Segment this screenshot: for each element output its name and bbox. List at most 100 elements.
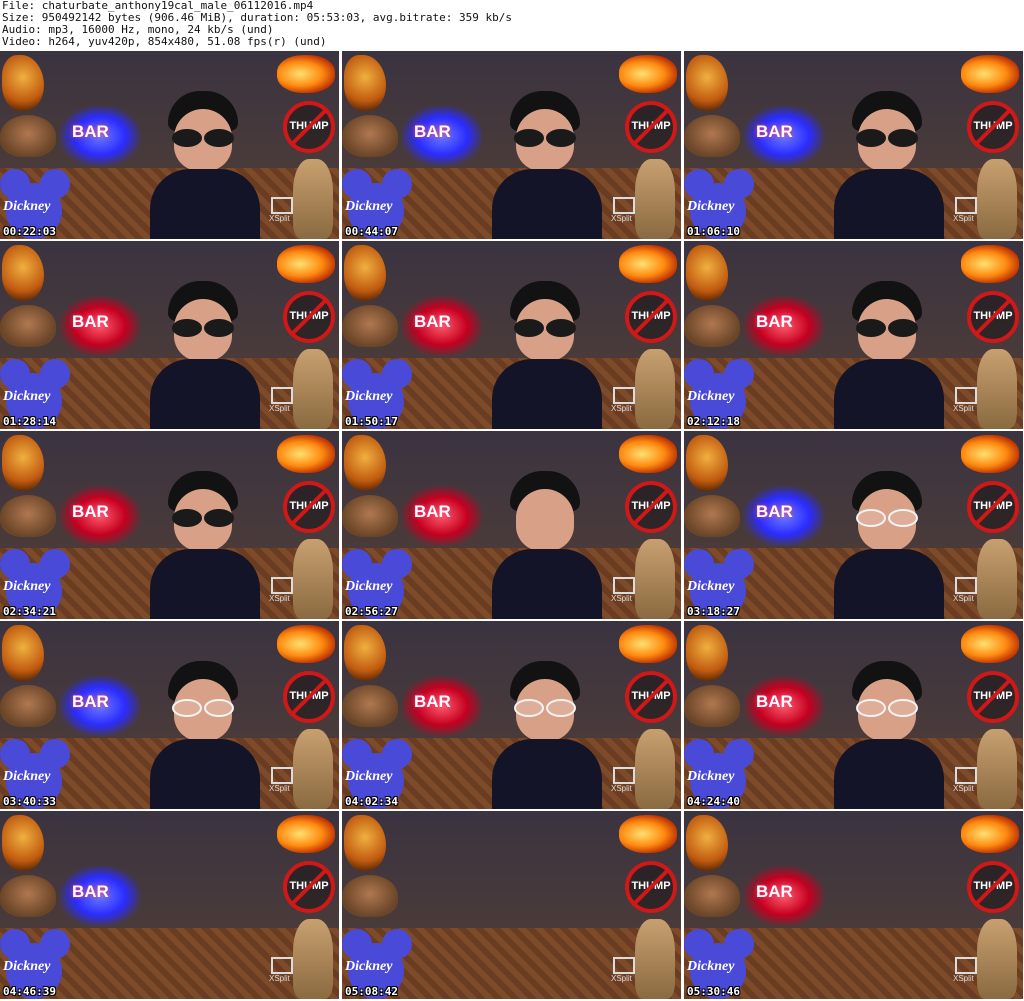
logo-text: Dickney (345, 579, 393, 594)
logo-text: Dickney (687, 389, 735, 404)
video-thumbnail: BAR Dickney THUMP XSplit 02:34:21 (0, 431, 339, 619)
person (834, 471, 944, 619)
xsplit-watermark: XSplit (611, 957, 637, 987)
fire-icon (961, 55, 1019, 93)
capybara-icon (0, 875, 56, 917)
monitor-icon (613, 577, 635, 594)
no-sign-icon: THUMP (625, 671, 677, 723)
neon-bar-sign: BAR (60, 296, 140, 356)
xsplit-label: XSplit (611, 974, 632, 983)
monitor-icon (955, 387, 977, 404)
thumbnail-timestamp: 04:02:34 (345, 795, 398, 808)
statue-icon (293, 729, 333, 809)
no-sign-text: THUMP (289, 310, 329, 322)
xsplit-watermark: XSplit (611, 197, 637, 227)
no-sign-icon: THUMP (283, 861, 335, 913)
video-thumbnail: BAR Dickney THUMP XSplit 00:44:07 (342, 51, 681, 239)
video-thumbnail: BAR Dickney THUMP XSplit 01:50:17 (342, 241, 681, 429)
video-thumbnail: Dickney THUMP XSplit 05:08:42 (342, 811, 681, 999)
thumbnail-timestamp: 01:06:10 (687, 225, 740, 238)
person (834, 661, 944, 809)
fire-icon (619, 435, 677, 473)
person-glasses (514, 129, 576, 147)
no-sign-text: THUMP (289, 500, 329, 512)
xsplit-label: XSplit (269, 404, 290, 413)
no-sign-text: THUMP (289, 880, 329, 892)
no-sign-text: THUMP (973, 310, 1013, 322)
logo-text: Dickney (3, 959, 51, 974)
capybara-icon (684, 875, 740, 917)
logo-text: Dickney (3, 389, 51, 404)
xsplit-watermark: XSplit (269, 767, 295, 797)
xsplit-watermark: XSplit (953, 957, 979, 987)
xsplit-label: XSplit (269, 784, 290, 793)
xsplit-watermark: XSplit (953, 197, 979, 227)
capybara-icon (342, 495, 398, 537)
neon-bar-sign: BAR (60, 486, 140, 546)
statue-icon (635, 159, 675, 239)
no-sign-text: THUMP (973, 690, 1013, 702)
file-info-header: File: chaturbate_anthony19cal_male_06112… (2, 0, 1022, 50)
fire-icon (277, 815, 335, 853)
xsplit-label: XSplit (611, 594, 632, 603)
person-glasses (172, 699, 234, 717)
person-shirt (492, 359, 602, 429)
no-sign-icon: THUMP (625, 481, 677, 533)
neon-sign-text: BAR (756, 312, 793, 331)
no-sign-icon: THUMP (283, 291, 335, 343)
monitor-icon (613, 957, 635, 974)
no-sign-text: THUMP (631, 880, 671, 892)
neon-bar-sign: BAR (402, 296, 482, 356)
monitor-icon (271, 957, 293, 974)
neon-bar-sign: BAR (744, 676, 824, 736)
video-thumbnail: BAR Dickney THUMP XSplit 01:06:10 (684, 51, 1023, 239)
statue-icon (293, 919, 333, 999)
person (492, 661, 602, 809)
no-sign-text: THUMP (631, 120, 671, 132)
statue-icon (293, 349, 333, 429)
no-sign-icon: THUMP (625, 291, 677, 343)
fire-icon (961, 435, 1019, 473)
person (150, 661, 260, 809)
neon-bar-sign: BAR (402, 106, 482, 166)
neon-bar-sign: BAR (60, 676, 140, 736)
monitor-icon (271, 197, 293, 214)
thumbnail-timestamp: 02:56:27 (345, 605, 398, 618)
person-shirt (150, 549, 260, 619)
xsplit-watermark: XSplit (269, 957, 295, 987)
neon-sign-text: BAR (414, 312, 451, 331)
no-sign-icon: THUMP (967, 101, 1019, 153)
no-sign-icon: THUMP (967, 291, 1019, 343)
person-shirt (834, 739, 944, 809)
xsplit-watermark: XSplit (953, 767, 979, 797)
person (492, 91, 602, 239)
no-sign-text: THUMP (289, 690, 329, 702)
capybara-icon (0, 495, 56, 537)
no-sign-text: THUMP (631, 500, 671, 512)
person-glasses (514, 699, 576, 717)
xsplit-label: XSplit (953, 594, 974, 603)
video-thumbnail: BAR Dickney THUMP XSplit 01:28:14 (0, 241, 339, 429)
video-info-line: Video: h264, yuv420p, 854x480, 51.08 fps… (2, 35, 327, 48)
neon-bar-sign: BAR (744, 866, 824, 926)
thumbnail-timestamp: 04:46:39 (3, 985, 56, 998)
neon-sign-text: BAR (414, 502, 451, 521)
person (150, 281, 260, 429)
person-glasses (172, 129, 234, 147)
logo-text: Dickney (687, 769, 735, 784)
capybara-icon (0, 685, 56, 727)
capybara-icon (684, 305, 740, 347)
logo-text: Dickney (687, 959, 735, 974)
person-shirt (492, 169, 602, 239)
neon-sign-text: BAR (72, 882, 109, 901)
neon-bar-sign: BAR (402, 486, 482, 546)
person-glasses (172, 509, 234, 527)
neon-sign-text: BAR (756, 122, 793, 141)
capybara-icon (684, 495, 740, 537)
no-sign-text: THUMP (631, 310, 671, 322)
thumbnail-timestamp: 04:24:40 (687, 795, 740, 808)
fire-icon (277, 245, 335, 283)
video-thumbnail: BAR Dickney THUMP XSplit 03:40:33 (0, 621, 339, 809)
xsplit-label: XSplit (611, 784, 632, 793)
neon-bar-sign: BAR (60, 866, 140, 926)
